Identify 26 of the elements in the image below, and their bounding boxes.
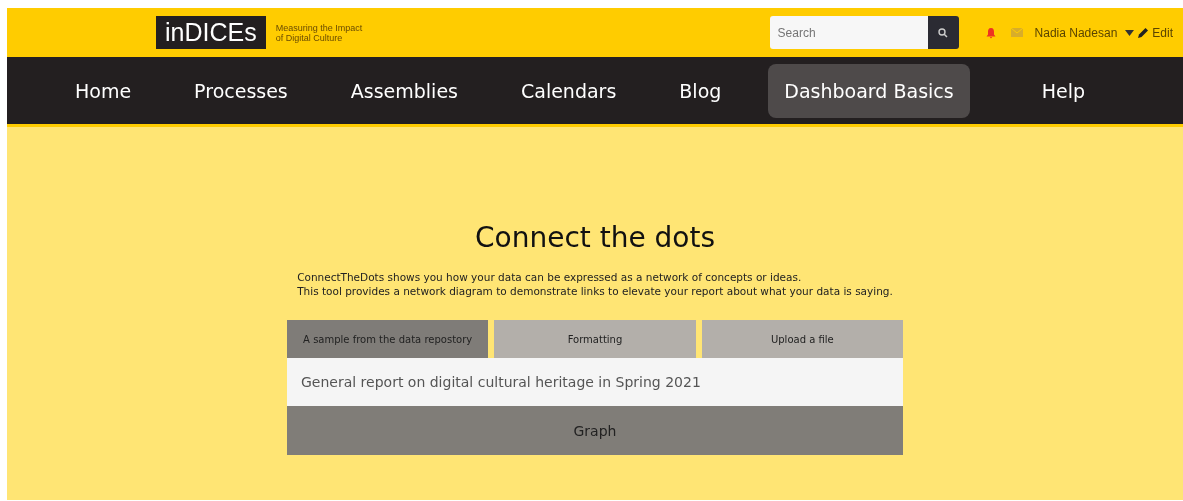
logo[interactable]: inDICEs [156,16,266,49]
edit-link[interactable]: Edit [1152,25,1173,40]
tagline: Measuring the Impact of Digital Culture [275,22,363,43]
page-title: Connect the dots [475,221,715,254]
nav-tab[interactable]: Assemblies [334,65,474,116]
nav-tab[interactable]: Processes [178,65,304,116]
source-tab[interactable]: Upload a file [701,320,903,358]
user-menu[interactable]: Nadia Nadesan [1034,25,1118,40]
nav-tab[interactable]: Calendars [505,65,633,116]
search-button[interactable] [927,16,959,49]
search-icon [938,27,949,38]
nav-tab[interactable]: Help [1025,65,1101,116]
nav-tab[interactable]: Home [59,65,148,116]
caret-icon [1125,29,1135,36]
description-text: This tool provides a network diagram to demonstrate links to elevate your report about what your data is saying. [297,284,893,298]
source-tab[interactable]: Formatting [494,320,696,358]
description-text: ConnectTheDots shows you how your data can be expressed as a network of concepts or ideas. [297,270,803,284]
pencil-icon [1138,27,1150,38]
source-tab[interactable]: A sample from the data repostory [287,320,489,358]
mail-icon[interactable] [1010,28,1023,37]
bell-icon[interactable] [984,26,997,39]
search-field[interactable]: Search [769,16,928,49]
nav-tab[interactable]: Dashboard Basics [768,63,970,118]
report-field[interactable]: General report on digital cultural heritage in Spring 2021 [287,358,903,406]
nav-tab[interactable]: Blog [663,65,738,116]
graph-button[interactable]: Graph [287,406,903,455]
